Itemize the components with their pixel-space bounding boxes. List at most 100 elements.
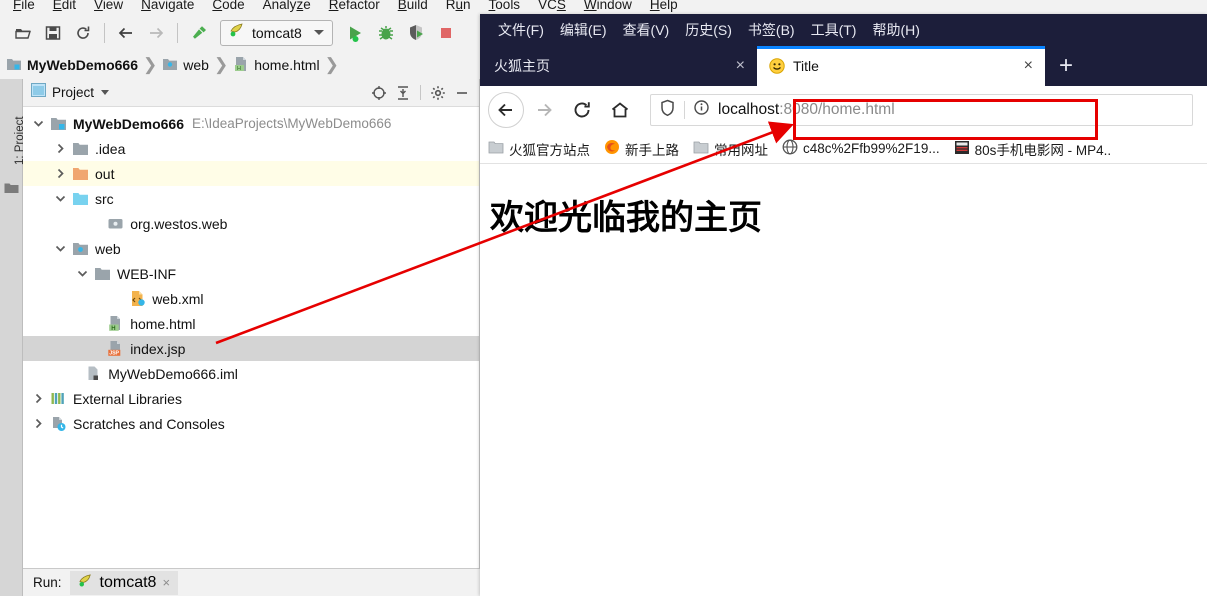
smiley-favicon [769, 58, 785, 74]
collapse-all-icon[interactable] [392, 82, 414, 104]
firefox-menu-bar: 文件(F) 编辑(E) 查看(V) 历史(S) 书签(B) 工具(T) 帮助(H) [480, 14, 1207, 46]
web-folder-icon [162, 57, 178, 74]
site-icon [954, 140, 970, 158]
menu-item-vcs[interactable]: VCS [529, 0, 575, 12]
chevron-right-icon[interactable] [53, 167, 67, 181]
menu-item-tools[interactable]: Tools [480, 0, 530, 12]
tree-item-scratches-and-consoles[interactable]: Scratches and Consoles [23, 411, 479, 436]
firefox-menu-item-1[interactable]: 编辑(E) [552, 20, 615, 40]
tree-item-web-xml[interactable]: web.xml [23, 286, 479, 311]
firefox-menu-item-4[interactable]: 书签(B) [740, 20, 803, 40]
menu-item-file[interactable]: File [4, 0, 44, 12]
sync-icon[interactable] [68, 19, 98, 47]
menu-item-help[interactable]: Help [641, 0, 687, 12]
tree-item-label: MyWebDemo666.iml [108, 365, 238, 382]
browser-tab-1[interactable]: Title × [757, 46, 1045, 86]
breadcrumb-item-web[interactable]: web [162, 57, 209, 74]
firefox-menu-item-2[interactable]: 查看(V) [615, 20, 678, 40]
project-panel-actions [368, 82, 473, 104]
menu-item-run[interactable]: Run [437, 0, 480, 12]
bookmark-item-4[interactable]: 80s手机电影网 - MP4.. [954, 139, 1112, 159]
chevron-down-icon[interactable] [75, 267, 89, 281]
menu-item-window[interactable]: Window [575, 0, 641, 12]
close-tab-icon[interactable]: × [1024, 57, 1033, 75]
shield-icon[interactable] [659, 99, 676, 122]
tree-item-label: MyWebDemo666 [73, 115, 185, 132]
locate-icon[interactable] [368, 82, 390, 104]
firefox-menu-item-0[interactable]: 文件(F) [490, 20, 552, 40]
chevron-right-icon[interactable] [53, 142, 67, 156]
tree-item-label: WEB-INF [117, 265, 177, 282]
tree-item-home-html[interactable]: Hhome.html [23, 311, 479, 336]
run-with-coverage-icon[interactable] [401, 19, 431, 47]
minimize-icon[interactable] [451, 82, 473, 104]
hammer-build-icon[interactable] [184, 19, 214, 47]
menu-item-build[interactable]: Build [389, 0, 437, 12]
bookmark-item-3[interactable]: c48c%2Ffb99%2F19... [782, 139, 940, 158]
run-icon[interactable] [341, 19, 371, 47]
annotation-highlight-box [793, 99, 1098, 140]
chevron-down-icon[interactable] [53, 192, 67, 206]
tree-item-org-westos-web[interactable]: org.westos.web [23, 211, 479, 236]
chevron-down-icon[interactable] [101, 90, 110, 95]
stop-icon[interactable] [431, 19, 461, 47]
reload-icon[interactable] [564, 92, 600, 128]
html-file-icon: H [106, 315, 124, 333]
breadcrumb-item-MyWebDemo666[interactable]: MyWebDemo666 [6, 57, 138, 74]
bookmark-item-1[interactable]: 新手上路 [604, 139, 679, 159]
debug-icon[interactable] [371, 19, 401, 47]
breadcrumb-separator: ❯ [213, 55, 229, 74]
breadcrumb-label: web [183, 57, 209, 73]
firefox-tab-bar: 火狐主页 × Title × + [480, 46, 1207, 86]
open-folder-icon[interactable] [8, 19, 38, 47]
bookmark-label: 80s手机电影网 - MP4.. [974, 142, 1112, 158]
browser-tab-title: Title [793, 58, 819, 74]
new-tab-button[interactable]: + [1045, 46, 1087, 86]
back-arrow-icon[interactable] [488, 92, 524, 128]
menu-item-refactor[interactable]: Refactor [320, 0, 389, 12]
tree-item-path: E:\IdeaProjects\MyWebDemo666 [192, 116, 392, 131]
browser-tab-0[interactable]: 火狐主页 × [482, 46, 757, 86]
firefox-menu-item-3[interactable]: 历史(S) [677, 20, 740, 40]
firefox-menu-item-6[interactable]: 帮助(H) [864, 20, 927, 40]
firefox-menu-item-5[interactable]: 工具(T) [803, 20, 865, 40]
tree-item-external-libraries[interactable]: External Libraries [23, 386, 479, 411]
tree-item-src[interactable]: src [23, 186, 479, 211]
bookmark-item-0[interactable]: 火狐官方站点 [488, 139, 590, 159]
breadcrumb-separator: ❯ [324, 55, 339, 74]
run-configuration-selector[interactable]: tomcat8 [220, 19, 333, 46]
back-arrow-icon[interactable] [111, 19, 141, 47]
tree-item-web-inf[interactable]: WEB-INF [23, 261, 479, 286]
globe-icon [782, 139, 798, 158]
menu-item-code[interactable]: Code [203, 0, 253, 12]
tree-item-out[interactable]: out [23, 161, 479, 186]
iml-file-icon [84, 365, 102, 383]
tree-item-mywebdemo666[interactable]: MyWebDemo666 E:\IdeaProjects\MyWebDemo666 [23, 111, 479, 136]
menu-item-navigate[interactable]: Navigate [132, 0, 203, 12]
gear-icon[interactable] [427, 82, 449, 104]
tree-item-mywebdemo666-iml[interactable]: MyWebDemo666.iml [23, 361, 479, 386]
close-icon[interactable]: × [162, 575, 170, 590]
breadcrumb-item-home-html[interactable]: Hhome.html [233, 56, 320, 75]
home-icon[interactable] [602, 92, 638, 128]
tree-item-label: .idea [95, 140, 126, 157]
bookmark-item-2[interactable]: 常用网址 [693, 139, 768, 159]
tree-item-index-jsp[interactable]: JSP index.jsp [23, 336, 479, 361]
tree-item--idea[interactable]: .idea [23, 136, 479, 161]
menu-item-analyze[interactable]: Analyze [254, 0, 320, 12]
close-tab-icon[interactable]: × [736, 57, 745, 75]
page-content: 欢迎光临我的主页 [480, 164, 1207, 596]
chevron-right-icon[interactable] [31, 392, 45, 406]
tree-item-label: web.xml [152, 290, 204, 307]
info-circle-icon[interactable] [693, 99, 710, 121]
chevron-down-icon[interactable] [31, 117, 45, 131]
tree-item-web[interactable]: web [23, 236, 479, 261]
run-tab-tomcat8[interactable]: tomcat8 × [69, 570, 179, 595]
menu-item-edit[interactable]: Edit [44, 0, 85, 12]
save-icon[interactable] [38, 19, 68, 47]
chevron-down-icon[interactable] [53, 242, 67, 256]
chevron-right-icon[interactable] [31, 417, 45, 431]
menu-item-view[interactable]: View [85, 0, 132, 12]
